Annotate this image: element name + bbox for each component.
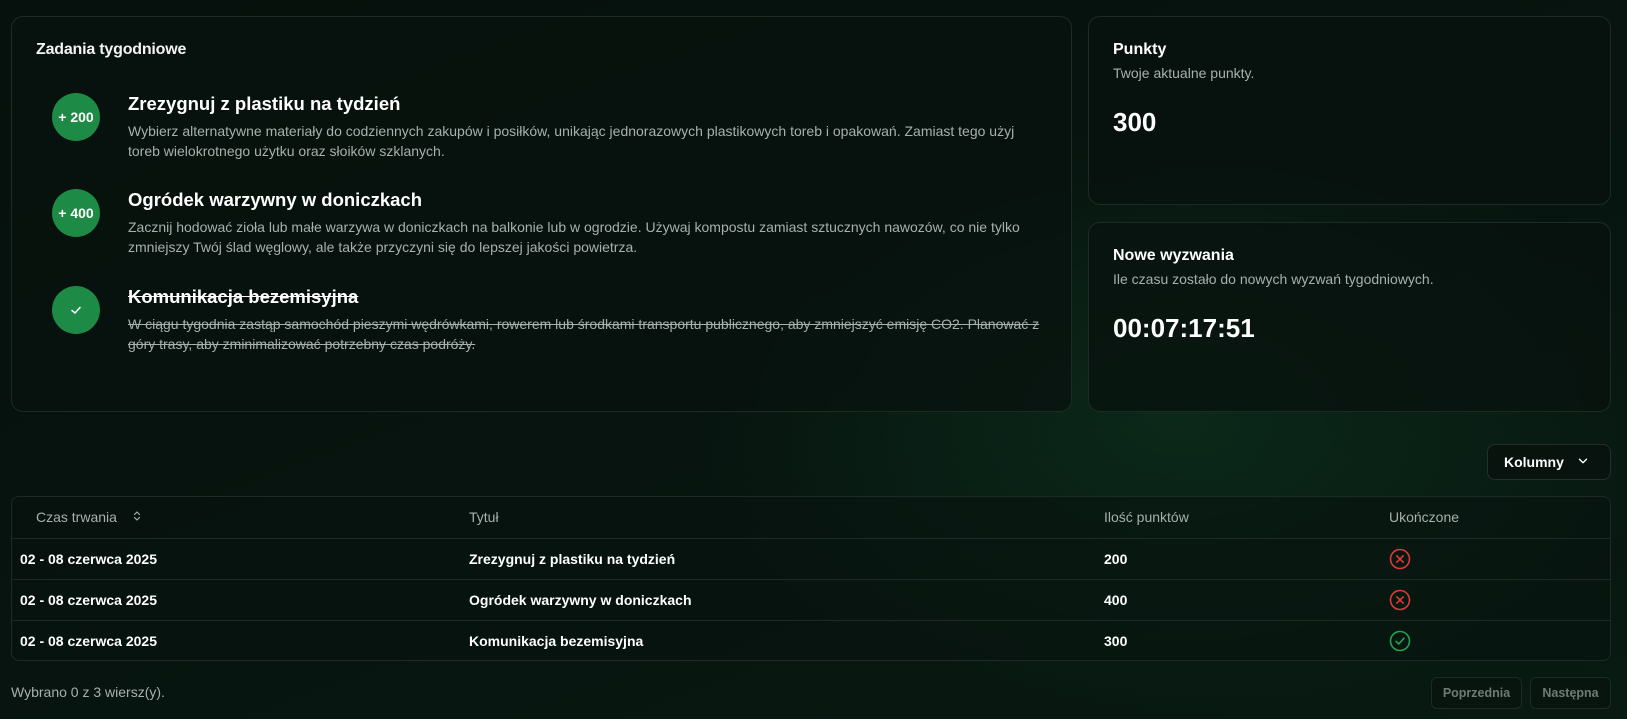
cell-completed (1389, 538, 1610, 580)
cell-title: Ogródek warzywny w doniczkach (469, 579, 1104, 621)
task-description: W ciągu tygodnia zastąp samochód pieszym… (128, 316, 1040, 352)
cell-duration: 02 - 08 czerwca 2025 (12, 538, 469, 580)
table-row[interactable]: 02 - 08 czerwca 2025 Komunikacja bezemis… (12, 620, 1610, 660)
countdown-timer: 00:07:17:51 (1113, 313, 1255, 343)
task-item[interactable]: + 400 Ogródek warzywny w doniczkach Zacz… (52, 189, 1042, 269)
sort-duration-button[interactable]: Czas trwania (25, 505, 154, 529)
task-item-completed[interactable]: Komunikacja bezemisyjna W ciągu tygodnia… (52, 286, 1042, 366)
cell-title: Komunikacja bezemisyjna (469, 632, 644, 649)
cell-duration: 02 - 08 czerwca 2025 (20, 632, 157, 649)
cell-completed (1389, 620, 1610, 660)
weekly-tasks-card: Zadania tygodniowe + 200 Zrezygnuj z pla… (11, 16, 1072, 412)
task-item[interactable]: + 200 Zrezygnuj z plastiku na tydzień Wy… (52, 93, 1042, 173)
header-title: Tytuł (469, 497, 1104, 539)
task-description: Zacznij hodować zioła lub małe warzywa w… (128, 219, 1020, 255)
points-subtitle: Twoje aktualne punkty. (1113, 65, 1255, 81)
table-row[interactable]: 02 - 08 czerwca 2025 Ogródek warzywny w … (12, 579, 1610, 621)
header-completed: Ukończone (1389, 497, 1610, 539)
x-circle-icon (1389, 589, 1610, 611)
task-title: Zrezygnuj z plastiku na tydzień (128, 93, 401, 114)
cell-points: 200 (1104, 538, 1389, 580)
points-card: Punkty Twoje aktualne punkty. 300 (1088, 16, 1611, 205)
cell-duration: 02 - 08 czerwca 2025 (12, 579, 469, 621)
points-value: 300 (1113, 107, 1157, 137)
task-title: Ogródek warzywny w doniczkach (128, 189, 423, 210)
columns-button[interactable]: Kolumny (1487, 444, 1611, 480)
check-circle-icon (1389, 630, 1610, 652)
x-circle-icon (1389, 548, 1610, 570)
next-page-button[interactable]: Następna (1530, 677, 1611, 709)
table-header-row: Czas trwania Tytuł Ilość punktów Ukończo… (12, 497, 1610, 539)
new-challenges-card: Nowe wyzwania Ile czasu zostało do nowyc… (1088, 222, 1611, 412)
chevron-down-icon (1576, 454, 1590, 471)
header-duration: Czas trwania (12, 497, 469, 539)
columns-button-label: Kolumny (1504, 454, 1564, 470)
cell-points: 400 (1104, 579, 1389, 621)
history-table: Czas trwania Tytuł Ilość punktów Ukończo… (11, 496, 1611, 661)
cell-completed (1389, 579, 1610, 621)
table-row[interactable]: 02 - 08 czerwca 2025 Zrezygnuj z plastik… (12, 538, 1610, 580)
points-badge: + 400 (52, 189, 100, 237)
points-badge: + 200 (52, 93, 100, 141)
new-challenges-subtitle: Ile czasu zostało do nowych wyzwań tygod… (1113, 271, 1434, 287)
task-description: Wybierz alternatywne materiały do codzie… (128, 123, 1015, 159)
previous-page-button[interactable]: Poprzednia (1431, 677, 1522, 709)
header-points: Ilość punktów (1104, 497, 1389, 539)
sort-icon (131, 509, 143, 525)
weekly-tasks-title: Zadania tygodniowe (36, 41, 187, 58)
cell-points: 300 (1104, 632, 1128, 649)
selection-status: Wybrano 0 z 3 wiersz(y). (11, 684, 165, 700)
task-title: Komunikacja bezemisyjna (128, 286, 359, 307)
points-title: Punkty (1113, 41, 1167, 58)
header-duration-label: Czas trwania (36, 509, 117, 526)
check-icon (52, 286, 100, 334)
cell-title: Zrezygnuj z plastiku na tydzień (469, 538, 1104, 580)
new-challenges-title: Nowe wyzwania (1113, 247, 1234, 264)
